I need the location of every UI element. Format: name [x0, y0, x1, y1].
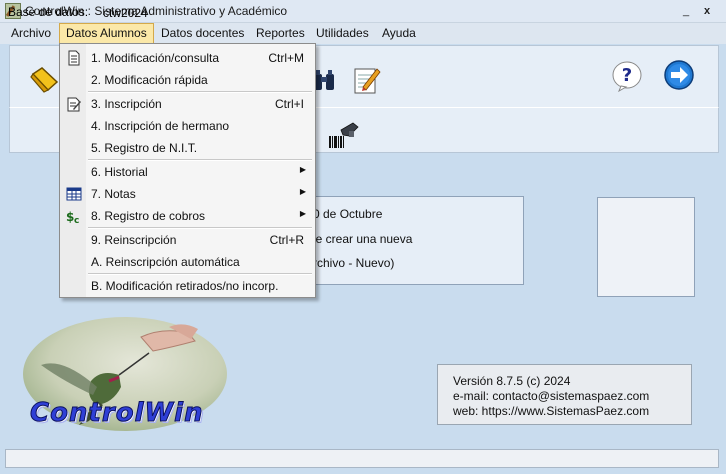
menu-item-modificacion-retirados[interactable]: B. Modificación retirados/no incorp.: [60, 275, 315, 297]
svg-text:?: ?: [622, 65, 632, 86]
menu-item-shortcut: Ctrl+R: [269, 233, 304, 247]
info-line-hint: rchivo - Nuevo): [313, 256, 395, 270]
binoculars-icon[interactable]: [313, 68, 335, 92]
grid-table-icon: [66, 187, 82, 201]
menu-item-label: 4. Inscripción de hermano: [91, 119, 230, 133]
menu-item-registro-nit[interactable]: 5. Registro de N.I.T.: [60, 137, 315, 159]
menu-item-modificacion-rapida[interactable]: 2. Modificación rápida: [60, 69, 315, 91]
version-text: Versión 8.7.5 (c) 2024: [453, 374, 571, 388]
menu-item-label: B. Modificación retirados/no incorp.: [91, 279, 279, 293]
submenu-arrow-icon: ▶: [299, 187, 306, 196]
photo-panel: [597, 197, 695, 297]
notepad-edit-icon[interactable]: [353, 65, 381, 95]
menu-utilidades[interactable]: Utilidades: [310, 23, 375, 44]
logo-text: ControlWin: [30, 398, 204, 429]
menu-item-label: 2. Modificación rápida: [91, 73, 208, 87]
menu-item-shortcut: Ctrl+I: [274, 97, 304, 111]
document-icon: [68, 50, 80, 66]
menu-archivo[interactable]: Archivo: [5, 23, 57, 44]
menu-item-label: 3. Inscripción: [91, 97, 162, 111]
menu-item-notas[interactable]: 7. Notas ▶: [60, 183, 315, 205]
close-button[interactable]: x: [700, 4, 714, 18]
menu-item-label: A. Reinscripción automática: [91, 255, 240, 269]
menu-bar: Archivo Datos Alumnos Datos docentes Rep…: [0, 23, 726, 44]
submenu-arrow-icon: ▶: [299, 165, 306, 174]
contact-email: e-mail: contacto@sistemaspaez.com: [453, 389, 650, 403]
menu-item-reinscripcion-automatica[interactable]: A. Reinscripción automática: [60, 251, 315, 273]
menu-item-modificacion-consulta[interactable]: 1. Modificación/consulta Ctrl+M: [60, 47, 315, 69]
menu-datos-docentes[interactable]: Datos docentes: [155, 23, 250, 44]
svg-text:c: c: [74, 216, 79, 224]
menu-item-shortcut: Ctrl+M: [268, 51, 304, 65]
minimize-button[interactable]: _: [679, 4, 693, 18]
edit-document-icon: [67, 97, 81, 112]
website-link: web: https://www.SistemasPaez.com: [453, 404, 650, 418]
menu-reportes[interactable]: Reportes: [250, 23, 311, 44]
menu-item-registro-cobros[interactable]: $ c 8. Registro de cobros ▶: [60, 205, 315, 227]
menu-item-label: 5. Registro de N.I.T.: [91, 141, 198, 155]
menu-item-inscripcion-hermano[interactable]: 4. Inscripción de hermano: [60, 115, 315, 137]
menu-datos-alumnos[interactable]: Datos Alumnos: [59, 23, 154, 44]
menu-item-label: 6. Historial: [91, 165, 148, 179]
help-icon[interactable]: ?: [611, 60, 643, 92]
forward-arrow-icon[interactable]: [663, 59, 695, 91]
menu-item-label: 7. Notas: [91, 187, 136, 201]
menu-item-historial[interactable]: 6. Historial ▶: [60, 161, 315, 183]
folder-icon[interactable]: [30, 64, 60, 94]
info-line-date: 0 de Octubre: [313, 207, 383, 221]
menu-item-label: 1. Modificación/consulta: [91, 51, 220, 65]
menu-item-reinscripcion[interactable]: 9. Reinscripción Ctrl+R: [60, 229, 315, 251]
submenu-arrow-icon: ▶: [299, 209, 306, 218]
barcode-scanner-icon[interactable]: [327, 122, 359, 150]
menu-item-label: 9. Reinscripción: [91, 233, 177, 247]
menu-ayuda[interactable]: Ayuda: [376, 23, 422, 44]
version-panel: Versión 8.7.5 (c) 2024 e-mail: contacto@…: [437, 364, 692, 425]
money-icon: $ c: [66, 210, 79, 224]
menu-item-label: 8. Registro de cobros: [91, 209, 206, 223]
info-line-message: le crear una nueva: [313, 232, 413, 246]
menu-item-inscripcion[interactable]: 3. Inscripción Ctrl+I: [60, 93, 315, 115]
database-value: ctw2024: [103, 6, 148, 20]
datos-alumnos-dropdown: 1. Modificación/consulta Ctrl+M 2. Modif…: [59, 43, 316, 298]
database-label: Base de datos:: [8, 5, 89, 19]
status-bar: [5, 449, 719, 468]
